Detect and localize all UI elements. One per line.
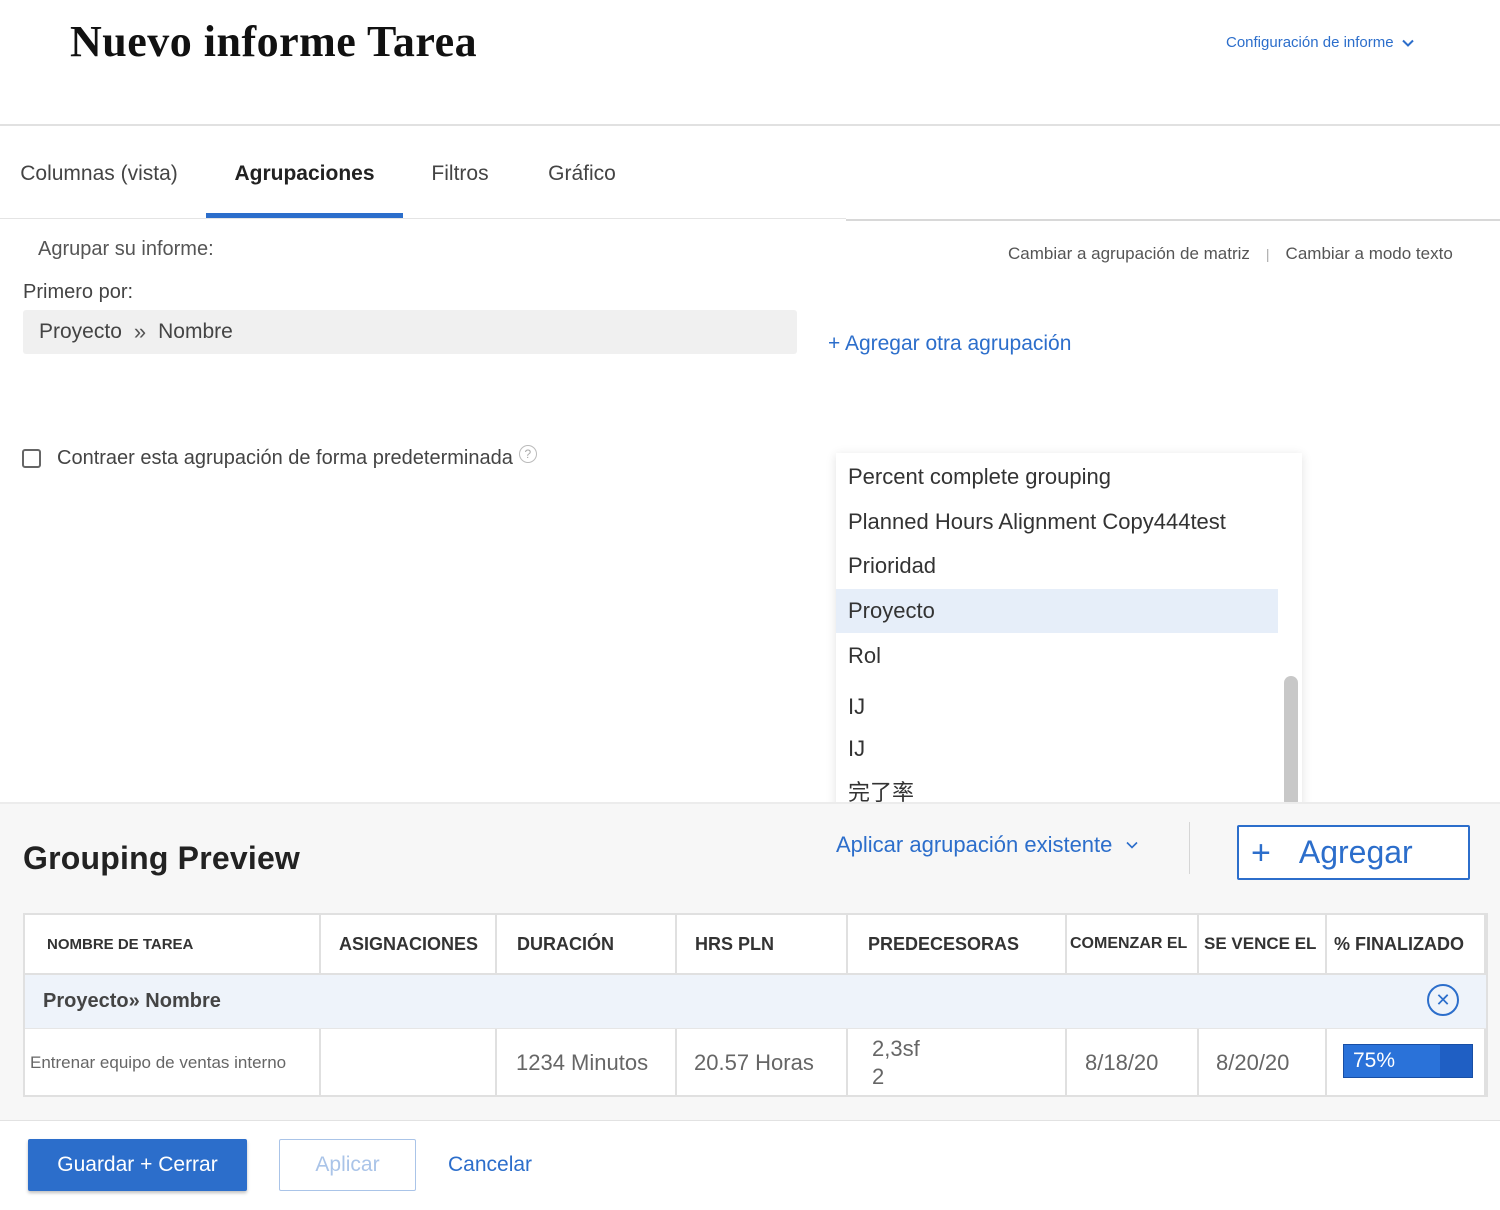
grouping-field-name: Nombre (158, 320, 233, 343)
dropdown-item[interactable]: Planned Hours Alignment Copy444test (836, 500, 1278, 544)
footer-divider (0, 1120, 1500, 1121)
group-object: Proyecto (43, 990, 129, 1012)
toolbar-separator (1189, 822, 1190, 874)
double-chevron-icon: » (128, 990, 140, 1012)
existing-grouping-dropdown: Percent complete grouping Planned Hours … (836, 453, 1302, 815)
report-settings-label: Configuración de informe (1226, 34, 1394, 51)
column-header-duration[interactable]: DURACIÓN (497, 915, 677, 973)
dropdown-item[interactable]: IJ (836, 685, 1278, 729)
apply-button[interactable]: Aplicar (279, 1139, 416, 1191)
cell-predecessors: 2,3sf 2 (848, 1029, 1067, 1097)
preview-title: Grouping Preview (23, 840, 301, 876)
apply-existing-grouping-dropdown[interactable]: Aplicar agrupación existente (836, 832, 1140, 858)
header: Nuevo informe Tarea Configuración de inf… (0, 0, 1500, 126)
cell-assignments (321, 1029, 497, 1097)
tab-bar: Columnas (vista) Agrupaciones Filtros Gr… (0, 127, 1500, 220)
preview-table: NOMBRE DE TAREA ASIGNACIONES DURACIÓN HR… (23, 913, 1488, 1097)
grouping-field-object: Proyecto (39, 320, 122, 343)
add-another-grouping-link[interactable]: + Agregar otra agrupación (828, 332, 1071, 356)
switch-matrix-link[interactable]: Cambiar a agrupación de matriz (1008, 244, 1250, 264)
column-header-start[interactable]: COMENZAR EL (1067, 915, 1199, 973)
cancel-link[interactable]: Cancelar (448, 1153, 532, 1177)
page-title: Nuevo informe Tarea (70, 17, 478, 66)
double-chevron-icon: » (133, 319, 147, 344)
dropdown-item[interactable]: Rol (836, 634, 1278, 678)
tab-filters[interactable]: Filtros (410, 127, 510, 220)
group-field: Nombre (145, 990, 221, 1012)
help-icon[interactable]: ? (518, 444, 537, 463)
plus-icon: + (1251, 833, 1271, 872)
link-separator: | (1265, 246, 1270, 262)
predecessors-line: 2,3sf (872, 1036, 920, 1061)
collapse-option: Contraer esta agrupación de forma predet… (22, 444, 537, 470)
report-settings-menu[interactable]: Configuración de informe (1226, 34, 1416, 51)
add-grouping-button[interactable]: + Agregar (1237, 825, 1470, 880)
column-header-planned-hours[interactable]: HRS PLN (677, 915, 848, 973)
tab-groupings[interactable]: Agrupaciones (206, 127, 403, 220)
grouping-field-selector[interactable]: Proyecto » Nombre (23, 310, 797, 354)
column-header-assignments[interactable]: ASIGNACIONES (321, 915, 497, 973)
tab-chart[interactable]: Gráfico (530, 127, 634, 220)
column-header-task-name[interactable]: NOMBRE DE TAREA (25, 915, 321, 973)
tabs-divider (0, 218, 846, 219)
chevron-down-icon (1401, 39, 1414, 47)
column-header-predecessors[interactable]: PREDECESORAS (848, 915, 1067, 973)
cell-planned-hours: 20.57 Horas (677, 1029, 848, 1097)
mode-links: Cambiar a agrupación de matriz | Cambiar… (1008, 244, 1453, 264)
collapse-label: Contraer esta agrupación de forma predet… (57, 447, 513, 469)
percent-complete-label: 75% (1353, 1049, 1396, 1072)
remove-grouping-icon[interactable]: ✕ (1427, 984, 1459, 1016)
first-by-label: Primero por: (23, 281, 134, 303)
cell-duration: 1234 Minutos (497, 1029, 677, 1097)
apply-existing-label: Aplicar agrupación existente (836, 832, 1113, 857)
cell-task-name: Entrenar equipo de ventas interno (25, 1029, 321, 1097)
save-close-button[interactable]: Guardar + Cerrar (28, 1139, 247, 1191)
dropdown-scrollbar-thumb[interactable] (1284, 676, 1298, 808)
group-row: Proyecto» Nombre ✕ (25, 973, 1486, 1029)
column-header-due[interactable]: SE VENCE EL (1199, 915, 1327, 973)
dropdown-item[interactable]: Percent complete grouping (836, 455, 1278, 499)
add-button-label: Agregar (1298, 834, 1413, 870)
percent-complete-bar: 75% (1343, 1044, 1473, 1078)
collapse-checkbox[interactable] (22, 449, 41, 468)
switch-text-mode-link[interactable]: Cambiar a modo texto (1286, 244, 1453, 264)
tab-columns[interactable]: Columnas (vista) (0, 127, 198, 220)
tabs-divider (846, 219, 1500, 221)
group-report-label: Agrupar su informe: (38, 238, 214, 260)
dropdown-item[interactable]: Prioridad (836, 544, 1278, 588)
chevron-down-icon (1126, 841, 1138, 849)
column-header-percent-complete[interactable]: % FINALIZADO (1327, 915, 1486, 973)
cell-start-date: 8/18/20 (1067, 1029, 1199, 1097)
cell-due-date: 8/20/20 (1199, 1029, 1327, 1097)
dropdown-item-selected[interactable]: Proyecto (836, 589, 1278, 633)
dropdown-item[interactable]: IJ (836, 727, 1278, 771)
predecessors-line: 2 (872, 1064, 885, 1089)
group-row-label: Proyecto» Nombre (43, 990, 221, 1013)
